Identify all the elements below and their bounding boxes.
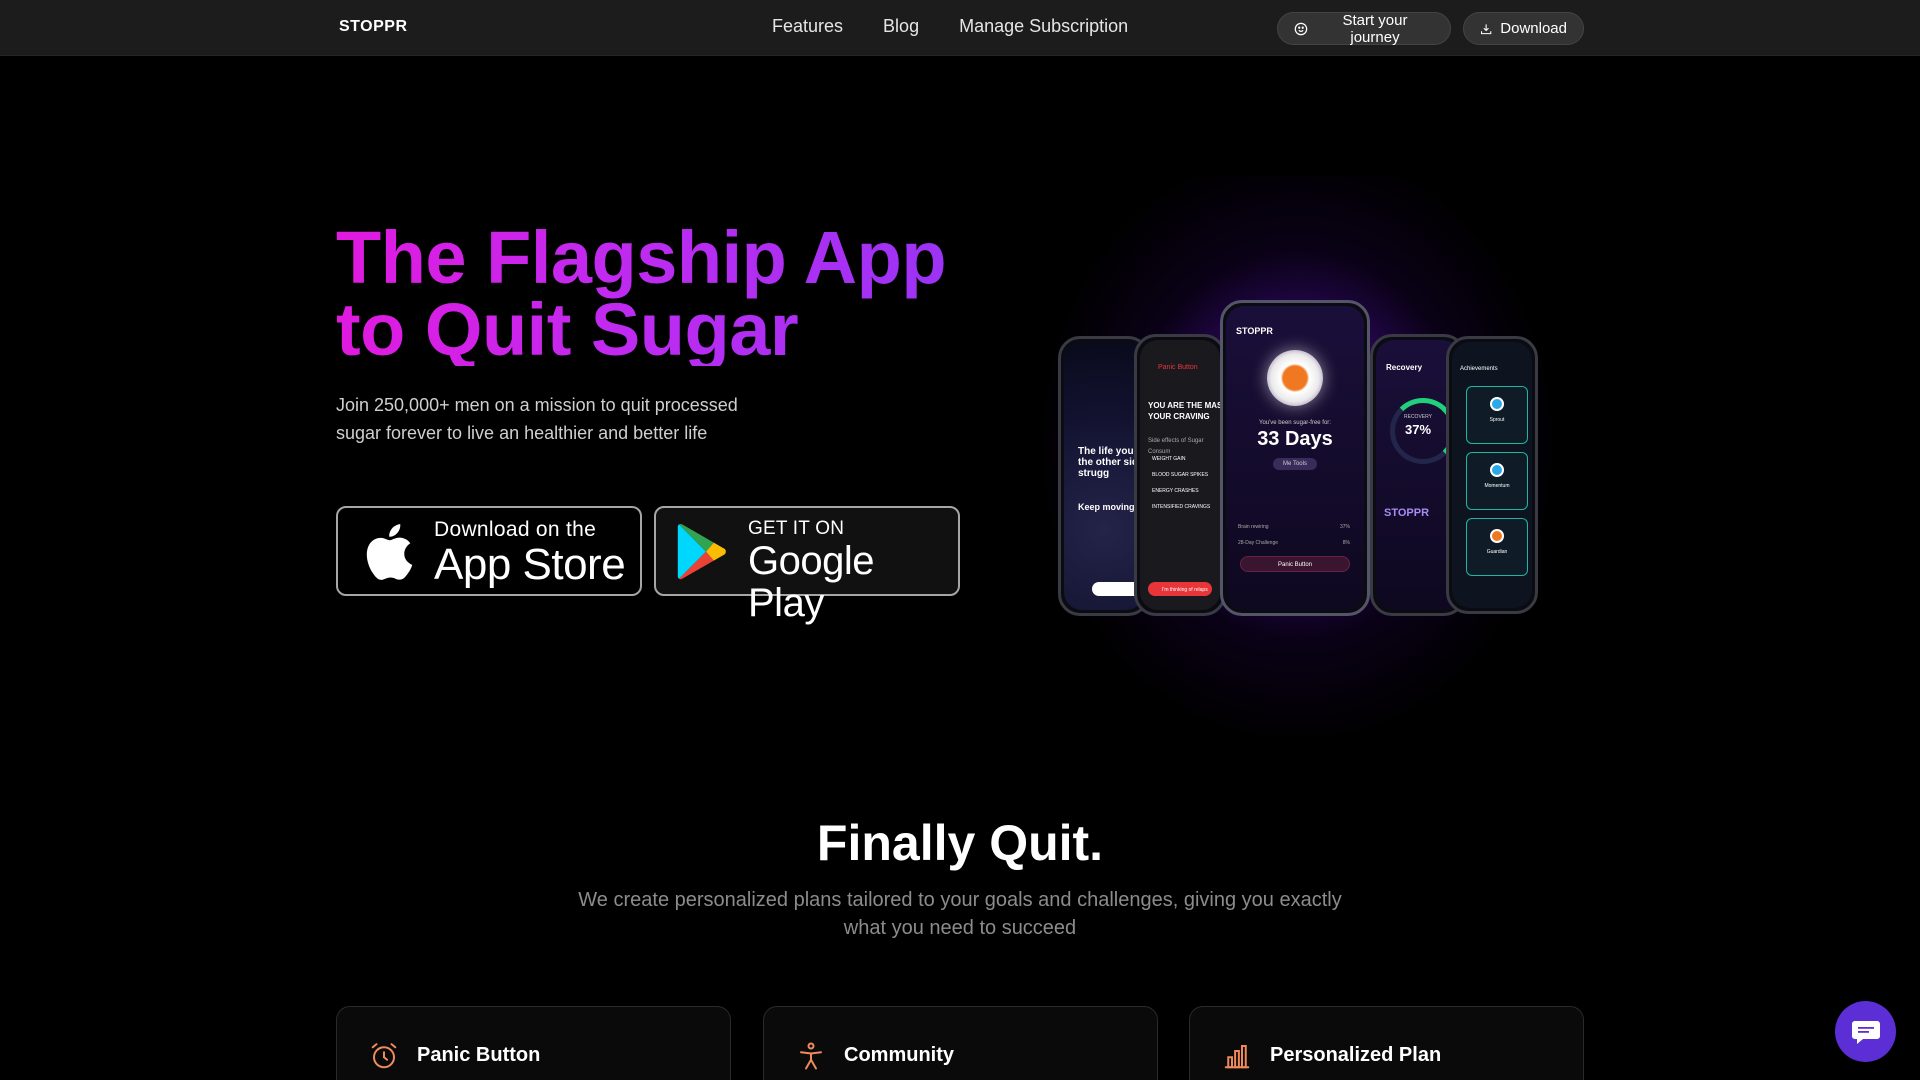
phone-achievements: Achievements Sprout Momentum Guardian <box>1446 336 1538 614</box>
side-effect-2: BLOOD SUGAR SPIKES <box>1152 472 1209 478</box>
phones-mockup: The life you w the other sid strugg Keep… <box>1010 176 1585 736</box>
google-play-text: GET IT ON Google Play <box>748 518 958 624</box>
top-navbar: STOPPR Features Blog Manage Subscription… <box>0 0 1920 56</box>
brand-logo[interactable]: STOPPR <box>339 18 408 36</box>
hero-title-line-2: to Quit Sugar <box>336 288 799 371</box>
chat-widget-button[interactable] <box>1835 1001 1896 1062</box>
hero-title: The Flagship App to Quit Sugar <box>336 222 946 366</box>
phone-main: STOPPR You've been sugar-free for: 33 Da… <box>1220 300 1370 616</box>
achievement-badge-icon <box>1490 529 1504 543</box>
hero-subtitle: Join 250,000+ men on a mission to quit p… <box>336 395 738 443</box>
app-store-big-label: App Store <box>434 540 626 589</box>
google-play-big-label: Google Play <box>748 539 874 625</box>
feature-card-community[interactable]: Community <box>763 1006 1158 1080</box>
feature-title-community: Community <box>844 1044 954 1066</box>
start-journey-label: Start your journey <box>1342 11 1408 46</box>
alarm-clock-icon <box>371 1043 397 1069</box>
relapse-label: I'm thinking of relaps <box>1162 587 1208 593</box>
start-journey-button[interactable]: Start your journey <box>1277 11 1451 46</box>
feature-title-personalized-plan: Personalized Plan <box>1270 1044 1442 1066</box>
phone-panic: Panic Button YOU ARE THE MAST YOUR CRAVI… <box>1134 334 1226 616</box>
main-streak-pct: 37% <box>1339 524 1350 530</box>
keep-moving-text: Keep moving <box>1078 502 1135 512</box>
apple-icon <box>366 524 413 580</box>
achievement-tile-2: Momentum <box>1466 452 1528 510</box>
google-play-icon <box>677 523 726 580</box>
feature-title-panic-button: Panic Button <box>417 1044 541 1066</box>
relapse-bar: I'm thinking of relaps <box>1148 582 1212 596</box>
download-label: Download <box>1500 20 1567 37</box>
main-challenge-pct: 8% <box>1342 540 1350 546</box>
download-button[interactable]: Download <box>1463 12 1584 45</box>
progress-orb <box>1267 350 1323 406</box>
achievement-label-3: Guardian <box>1486 549 1508 555</box>
main-challenge: 28-Day Challenge <box>1238 540 1279 546</box>
achievements-title: Achievements <box>1460 366 1498 372</box>
nav-links: Features Blog Manage Subscription <box>772 16 1128 37</box>
panic-title: YOU ARE THE MAST YOUR CRAVING <box>1148 401 1226 421</box>
section-title: Finally Quit. <box>816 815 1104 871</box>
phone-main-screen: STOPPR You've been sugar-free for: 33 Da… <box>1226 306 1364 610</box>
main-panic-label: Panic Button <box>1277 562 1313 568</box>
recovery-title: Recovery <box>1386 363 1423 372</box>
nav-link-features[interactable]: Features <box>772 16 843 37</box>
achievement-badge-icon <box>1490 463 1504 477</box>
app-store-text: Download on the App Store <box>434 518 626 589</box>
person-icon <box>800 1042 822 1070</box>
bar-chart-icon <box>1224 1045 1250 1069</box>
phone-motivation-screen: The life you w the other sid strugg Keep… <box>1064 342 1144 610</box>
google-play-button[interactable]: GET IT ON Google Play <box>654 506 960 624</box>
achievement-tile-3: Guardian <box>1466 518 1528 576</box>
google-play-small-label: GET IT ON <box>748 518 845 539</box>
achievement-badge-icon <box>1490 397 1504 411</box>
panic-header: Panic Button <box>1158 364 1198 371</box>
phone-achievements-screen: Achievements Sprout Momentum Guardian <box>1452 342 1532 608</box>
smile-icon <box>1294 22 1308 35</box>
achievement-label-2: Momentum <box>1484 483 1510 489</box>
section-subtitle: We create personalized plans tailored to… <box>578 889 1342 939</box>
achievement-label-1: Sprout <box>1489 417 1505 423</box>
app-store-small-label: Download on the <box>434 518 597 541</box>
hero-title-line-1: The Flagship App <box>336 216 947 299</box>
main-days: 33 Days <box>1257 428 1333 450</box>
achievement-tile-1: Sprout <box>1466 386 1528 444</box>
recovery-brand: STOPPR <box>1384 507 1430 519</box>
app-store-button[interactable]: Download on the App Store <box>336 506 642 596</box>
main-brand: STOPPR <box>1236 326 1273 336</box>
main-streak: Brain rewiring <box>1238 524 1269 530</box>
feature-card-personalized-plan[interactable]: Personalized Plan <box>1189 1006 1584 1080</box>
main-pill: Me Tools <box>1273 458 1317 470</box>
chat-icon <box>1851 1020 1880 1044</box>
main-panic-button: Panic Button <box>1240 556 1350 572</box>
download-icon <box>1480 23 1492 34</box>
side-effect-3: ENERGY CRASHES <box>1152 488 1199 494</box>
side-effect-4: INTENSIFIED CRAVINGS <box>1152 504 1211 510</box>
phone-panic-screen: Panic Button YOU ARE THE MAST YOUR CRAVI… <box>1140 340 1223 610</box>
feature-card-panic-button[interactable]: Panic Button <box>336 1006 731 1080</box>
side-effect-1: WEIGHT GAIN <box>1152 456 1186 462</box>
nav-link-manage-subscription[interactable]: Manage Subscription <box>959 16 1128 37</box>
nav-link-blog[interactable]: Blog <box>883 16 919 37</box>
